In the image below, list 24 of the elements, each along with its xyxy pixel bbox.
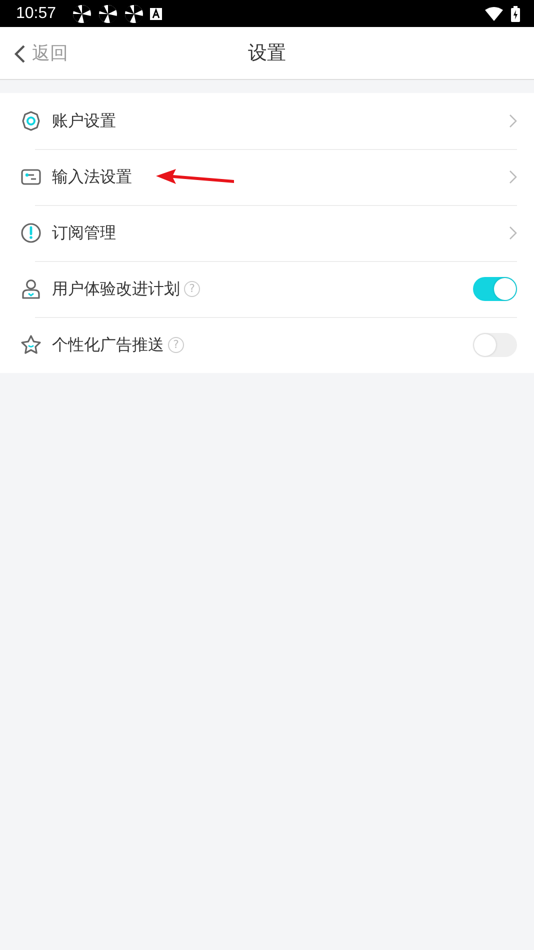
user-icon xyxy=(20,278,42,300)
page-title: 设置 xyxy=(248,40,286,66)
clock: 10:57 xyxy=(16,4,56,24)
settings-item[interactable]: 输入法设置 xyxy=(0,149,534,205)
setting-label: 用户体验改进计划 xyxy=(52,278,180,300)
chevron-right-icon xyxy=(509,114,517,128)
gear-icon xyxy=(20,110,42,132)
settings-item[interactable]: 订阅管理 xyxy=(0,205,534,261)
card-icon xyxy=(20,166,42,188)
app-status-icon xyxy=(98,4,118,24)
wifi-icon xyxy=(485,6,503,20)
battery-icon xyxy=(511,6,520,22)
setting-label: 个性化广告推送 xyxy=(52,334,164,356)
exclamation-icon xyxy=(20,222,42,244)
settings-item[interactable]: 账户设置 xyxy=(0,93,534,149)
chevron-left-icon xyxy=(14,44,26,64)
chevron-right-icon xyxy=(509,170,517,184)
keyboard-status-icon xyxy=(150,8,162,20)
star-icon xyxy=(20,334,42,356)
toggle-switch[interactable] xyxy=(473,277,517,301)
app-status-icon xyxy=(72,4,92,24)
chevron-right-icon xyxy=(509,226,517,240)
app-status-icon xyxy=(124,4,144,24)
toggle-switch[interactable] xyxy=(473,333,517,357)
